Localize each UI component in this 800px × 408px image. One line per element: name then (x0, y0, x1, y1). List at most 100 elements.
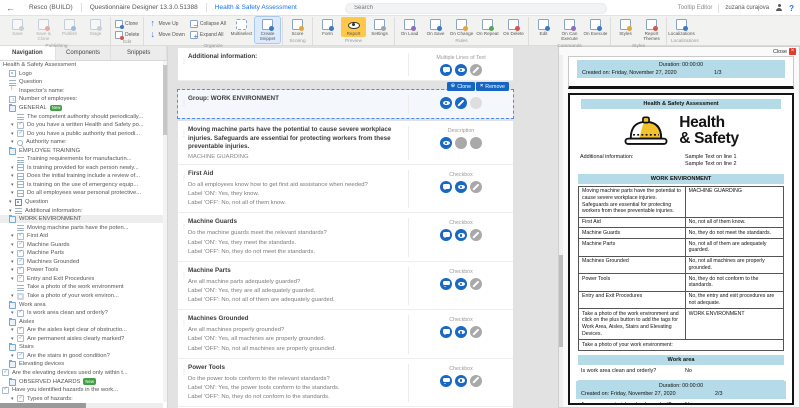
tree-item[interactable]: Moving machine parts have the poten... (0, 223, 163, 232)
delete-button[interactable]: Delete (115, 31, 139, 40)
link-icon[interactable] (470, 374, 482, 387)
visibility-icon[interactable] (455, 97, 467, 109)
comments-icon[interactable] (440, 137, 452, 149)
tree-item[interactable]: Does the initial training include a revi… (0, 172, 163, 181)
move-up-button[interactable]: Move Up (148, 18, 184, 28)
report-button[interactable]: Report (341, 17, 366, 38)
question-row[interactable]: Machines Grounded Are all machines prope… (178, 310, 513, 359)
report-themes-button[interactable]: Report Themes (639, 17, 664, 43)
remove-group-button[interactable]: Remove (476, 82, 509, 91)
user-avatar-icon[interactable] (775, 4, 783, 12)
visibility-icon[interactable] (455, 64, 467, 76)
visibility-icon[interactable] (455, 277, 467, 290)
drag-handle-icon[interactable] (181, 315, 188, 353)
tree-item[interactable]: Work area (0, 300, 163, 309)
tree-item[interactable]: Do you have a public authority that peri… (0, 129, 163, 138)
tree-item[interactable]: Have you identified hazards in the work.… (0, 386, 163, 395)
tree-item[interactable]: Do you have a written Health and Safety … (0, 121, 163, 130)
question-row[interactable]: Power Tools Do the power tools conform t… (178, 358, 513, 408)
scrollbar-thumb[interactable] (163, 65, 167, 135)
publish-button[interactable]: Publish (57, 17, 82, 37)
tree-item[interactable]: Question (0, 78, 163, 87)
drag-handle-icon[interactable] (181, 53, 188, 76)
on-save-button[interactable]: On Save (423, 17, 448, 37)
tree-item[interactable]: Do all employees wear personal protectiv… (0, 189, 163, 198)
on-can-execute-button[interactable]: On Can Execute (557, 17, 582, 43)
tree-item[interactable]: Is work area clean and orderly? (0, 309, 163, 318)
on-execute-button[interactable]: On Execute (583, 17, 608, 37)
tree-item[interactable]: Are the aisles kept clear of obstructio.… (0, 326, 163, 335)
tree-item[interactable]: WORK ENVIRONMENT (0, 214, 163, 224)
comments-icon[interactable] (440, 277, 452, 290)
on-change-button[interactable]: On Change (449, 17, 474, 37)
link-icon[interactable] (470, 229, 482, 242)
visibility-icon[interactable] (455, 137, 467, 149)
tree-item[interactable]: Aisles (0, 317, 163, 326)
help-button[interactable]: ? (789, 4, 794, 13)
stage-button[interactable]: Stage (83, 17, 108, 37)
tree-item[interactable]: Question (0, 198, 163, 207)
comments-icon[interactable] (440, 97, 452, 109)
tree-item[interactable]: Are the elevating devices used only with… (0, 369, 163, 378)
on-repeat-button[interactable]: On Repeat (475, 17, 500, 37)
drag-handle-icon[interactable] (181, 267, 188, 305)
user-name[interactable]: zuzana curajova (725, 5, 769, 11)
link-icon[interactable] (470, 326, 482, 339)
link-icon[interactable] (470, 137, 482, 149)
tree-item[interactable]: First Aid (0, 232, 163, 241)
tree-item[interactable]: Number of employees: (0, 95, 163, 104)
tree-item[interactable]: Machine Guards (0, 240, 163, 249)
tree-item[interactable]: Is training provided for each person new… (0, 164, 163, 173)
clone-group-button[interactable]: Clone (446, 82, 476, 91)
tree-item[interactable]: Is training on the use of emergency equi… (0, 181, 163, 190)
comments-icon[interactable] (440, 181, 452, 193)
drag-handle-icon[interactable] (181, 126, 188, 160)
comments-icon[interactable] (440, 326, 452, 339)
tree-item[interactable]: OBSERVED HAZARDS New (0, 377, 163, 386)
tree-item[interactable]: Stairs (0, 343, 163, 352)
back-arrow-icon[interactable]: ← (6, 3, 15, 13)
visibility-icon[interactable] (455, 326, 467, 339)
save-button[interactable]: Save (5, 17, 30, 37)
preview-scrollbar[interactable] (559, 55, 563, 407)
scrollbar-thumb[interactable] (559, 255, 563, 347)
tree-item[interactable]: Are permanent aisles clearly marked? (0, 335, 163, 344)
settings-button[interactable]: Settings (367, 17, 392, 37)
tree-item[interactable]: Health & Safety Assessment (0, 61, 163, 70)
link-icon[interactable] (470, 97, 482, 109)
tree-item[interactable]: Are the stairs in good condition? (0, 352, 163, 361)
drag-handle-icon[interactable] (181, 95, 188, 114)
clone-button[interactable]: Clone (115, 20, 139, 29)
save-clone-button[interactable]: Save & Clone (31, 17, 56, 43)
tree-item[interactable]: Power Tools (0, 266, 163, 275)
edit-command-button[interactable]: Edit (531, 17, 556, 37)
link-icon[interactable] (470, 277, 482, 290)
sidebar-vertical-scrollbar[interactable] (163, 61, 167, 402)
on-delete-button[interactable]: On Delete (501, 17, 526, 37)
tree-item[interactable]: Types of hazards: (0, 394, 163, 403)
tree-item[interactable]: Machines Grounded (0, 258, 163, 267)
sidebar-horizontal-scrollbar[interactable] (0, 403, 163, 408)
tree-item[interactable]: Elevating devices (0, 360, 163, 369)
form-button[interactable]: Form (315, 17, 340, 37)
link-icon[interactable] (470, 181, 482, 193)
comments-icon[interactable] (440, 374, 452, 387)
comments-icon[interactable] (440, 229, 452, 242)
drag-handle-icon[interactable] (181, 364, 188, 402)
visibility-icon[interactable] (455, 229, 467, 242)
tree-item[interactable]: Authority name: (0, 138, 163, 147)
question-row[interactable]: Moving machine parts have the potential … (178, 121, 513, 165)
drag-handle-icon[interactable] (181, 218, 188, 256)
create-snippet-button[interactable]: Create Snippet (254, 16, 281, 44)
link-icon[interactable] (470, 64, 482, 76)
close-preview-button[interactable]: Close × (773, 48, 796, 55)
question-row[interactable]: First Aid Do all employees know how to g… (178, 165, 513, 214)
localizations-button[interactable]: Localizations (668, 17, 695, 37)
drag-handle-icon[interactable] (181, 170, 188, 208)
expand-all-button[interactable]: Expand All (189, 31, 226, 41)
tree-item[interactable]: Additional information: (0, 206, 163, 215)
tree-item[interactable]: Entry and Exit Procedures (0, 275, 163, 284)
collapse-all-button[interactable]: Collapse All (189, 20, 226, 30)
on-load-button[interactable]: On Load (397, 17, 422, 37)
question-row[interactable]: Machine Parts Are all machine parts adeq… (178, 261, 513, 311)
